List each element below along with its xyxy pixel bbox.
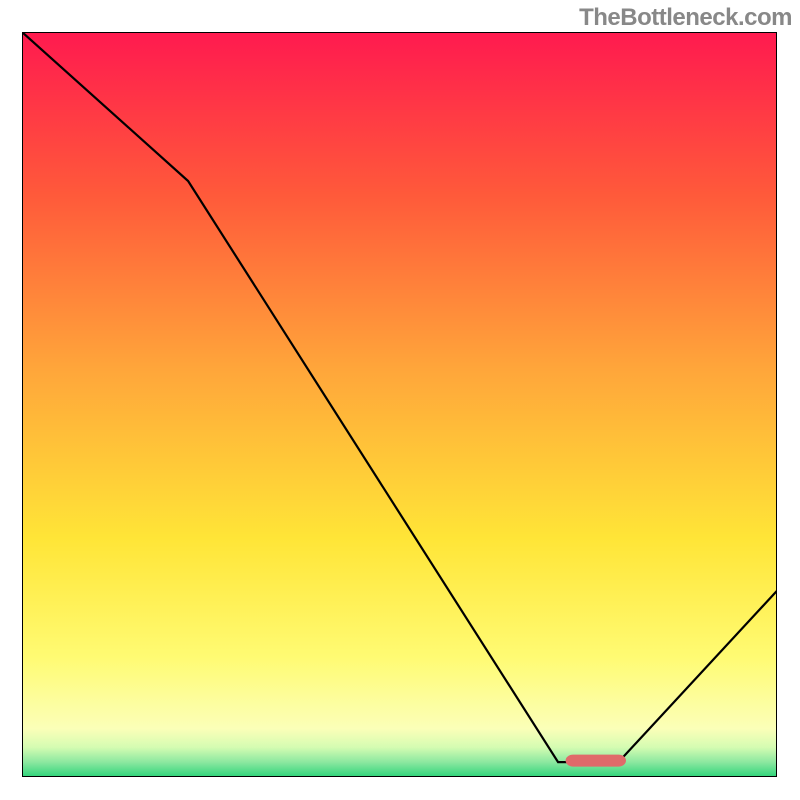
watermark-text: TheBottleneck.com bbox=[579, 4, 792, 32]
chart-container: TheBottleneck.com bbox=[0, 0, 800, 800]
plot-svg bbox=[22, 32, 777, 777]
optimal-zone-marker bbox=[566, 755, 626, 767]
gradient-fill bbox=[22, 32, 777, 777]
